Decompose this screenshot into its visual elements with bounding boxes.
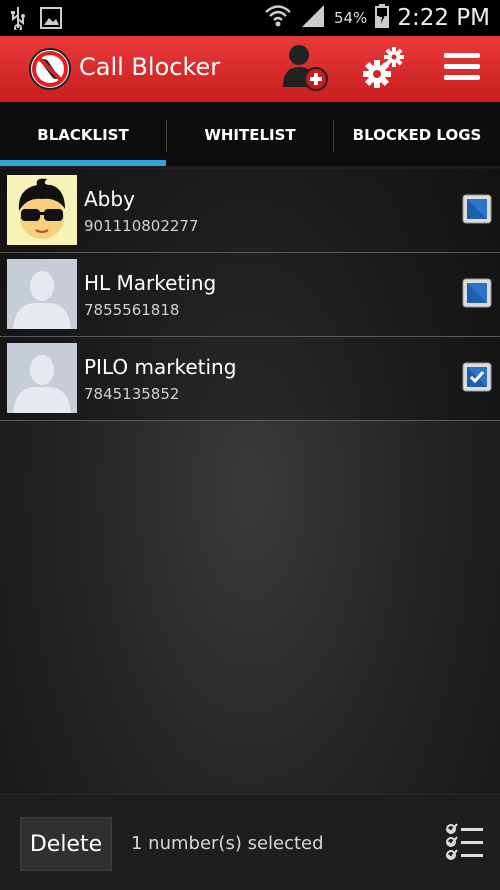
app-bar: Call Blocker	[0, 36, 500, 103]
delete-button[interactable]: Delete	[20, 817, 112, 871]
tab-blocked-logs[interactable]: BLOCKED LOGS	[334, 102, 500, 168]
checklist-icon	[445, 823, 485, 865]
list-item[interactable]: PILO marketing 7845135852	[0, 337, 500, 421]
selection-count: 1 number(s) selected	[131, 833, 324, 854]
select-checkbox[interactable]	[462, 194, 492, 224]
avatar	[7, 175, 77, 245]
image-icon	[40, 7, 62, 33]
add-contact-button[interactable]	[279, 36, 331, 102]
select-checkbox-checked[interactable]	[462, 362, 492, 392]
app-logo-icon	[28, 47, 72, 91]
tab-blacklist[interactable]: BLACKLIST	[0, 102, 166, 168]
settings-button[interactable]	[359, 36, 409, 102]
menu-icon	[444, 52, 480, 86]
add-contact-icon	[280, 41, 330, 97]
default-avatar-icon	[7, 259, 77, 329]
list-item[interactable]: Abby 901110802277	[0, 169, 500, 253]
menu-button[interactable]	[440, 36, 484, 102]
app-title: Call Blocker	[79, 53, 221, 81]
clock: 2:22 PM	[397, 5, 490, 31]
wifi-icon	[264, 3, 292, 33]
status-bar: 54% 2:22 PM	[0, 0, 500, 36]
contact-number: 7845135852	[84, 385, 180, 403]
tab-whitelist[interactable]: WHITELIST	[167, 102, 333, 168]
tab-bar: BLACKLIST WHITELIST BLOCKED LOGS	[0, 102, 500, 168]
contact-name: HL Marketing	[84, 271, 217, 295]
default-avatar-icon	[7, 343, 77, 413]
contact-name: Abby	[84, 187, 135, 211]
signal-icon	[300, 4, 326, 32]
tab-underline	[0, 166, 500, 168]
contact-number: 901110802277	[84, 217, 199, 235]
usb-icon	[10, 6, 26, 34]
contact-name: PILO marketing	[84, 355, 237, 379]
battery-percent: 54%	[333, 9, 368, 27]
settings-icon	[361, 44, 407, 94]
bottom-action-bar: Delete 1 number(s) selected	[0, 794, 500, 890]
list-item[interactable]: HL Marketing 7855561818	[0, 253, 500, 337]
select-checkbox[interactable]	[462, 278, 492, 308]
battery-charging-icon	[375, 4, 390, 32]
blacklist-list: Abby 901110802277 HL Marketing 785556181…	[0, 169, 500, 421]
contact-number: 7855561818	[84, 301, 180, 319]
select-all-button[interactable]	[445, 823, 485, 861]
